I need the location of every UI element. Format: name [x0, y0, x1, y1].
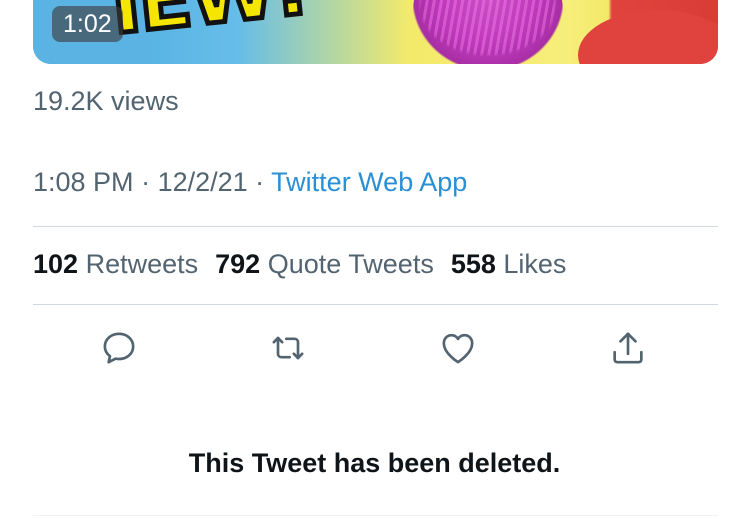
likes-count: 558	[450, 249, 496, 279]
reply-icon	[103, 332, 135, 364]
view-count: 19.2K views	[33, 86, 179, 116]
video-duration-badge: 1:02	[52, 6, 123, 42]
retweet-icon	[272, 336, 304, 360]
retweets-count: 102	[33, 249, 79, 279]
reply-button[interactable]	[97, 326, 141, 370]
quote-tweets-count: 792	[215, 249, 261, 279]
retweets-stat[interactable]: 102 Retweets	[33, 249, 198, 280]
tweet-time[interactable]: 1:08 PM	[33, 167, 134, 197]
deleted-tweet-notice: This Tweet has been deleted.	[188, 448, 561, 478]
thumbnail-pink-fur	[408, 0, 568, 64]
likes-label: Likes	[503, 249, 567, 279]
heart-icon	[442, 333, 474, 364]
divider	[33, 304, 718, 305]
quote-tweets-label: Quote Tweets	[267, 249, 434, 279]
meta-separator: ·	[133, 167, 158, 197]
like-button[interactable]	[436, 326, 480, 370]
retweets-label: Retweets	[85, 249, 199, 279]
tweet-source-link[interactable]: Twitter Web App	[271, 167, 467, 197]
meta-separator: ·	[247, 167, 272, 197]
tweet-meta: 1:08 PM · 12/2/21 · Twitter Web App	[33, 167, 467, 198]
likes-stat[interactable]: 558 Likes	[451, 249, 567, 280]
retweet-button[interactable]	[266, 326, 310, 370]
quote-tweets-stat[interactable]: 792 Quote Tweets	[215, 249, 434, 280]
divider	[33, 226, 718, 227]
tweet-date[interactable]: 12/2/21	[158, 167, 248, 197]
tweet-stats: 102 Retweets 792 Quote Tweets 558 Likes	[33, 249, 566, 280]
share-icon	[613, 332, 643, 364]
divider	[33, 515, 718, 516]
share-button[interactable]	[606, 326, 650, 370]
video-thumbnail[interactable]: IEW!	[33, 0, 718, 64]
